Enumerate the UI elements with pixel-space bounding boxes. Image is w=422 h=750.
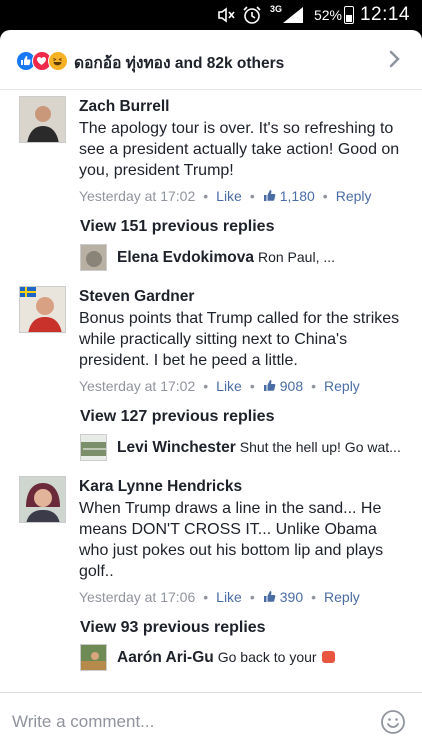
reply-author: Elena Evdokimova [117, 249, 254, 266]
avatar[interactable] [19, 286, 66, 333]
reply-author: Aarón Ari-Gu [117, 649, 214, 666]
comment-time[interactable]: Yesterday at 17:02 [79, 378, 195, 394]
comment-input[interactable] [12, 707, 352, 737]
avatar [80, 434, 107, 461]
thumbs-up-icon [263, 380, 276, 391]
view-previous-replies[interactable]: View 151 previous replies [80, 218, 274, 236]
comment-time[interactable]: Yesterday at 17:02 [79, 188, 195, 204]
comments-sheet: ดอกอ้อ ทุ่งทอง and 82k others Zach Burre… [0, 30, 422, 750]
avatar [80, 644, 107, 671]
comment-author[interactable]: Kara Lynne Hendricks [79, 477, 406, 497]
like-count[interactable]: 1,180 [263, 188, 315, 204]
comment-meta: Yesterday at 17:02 • Like • 908 • Reply [79, 378, 360, 394]
reactions-summary: ดอกอ้อ ทุ่งทอง and 82k others [74, 55, 285, 72]
view-previous-replies[interactable]: View 93 previous replies [80, 619, 266, 637]
comment-author[interactable]: Steven Gardner [79, 287, 406, 307]
network-type: 3G [269, 4, 282, 14]
avatar [80, 244, 107, 271]
chevron-right-icon[interactable] [388, 49, 402, 69]
comment-author[interactable]: Zach Burrell [79, 97, 406, 117]
comment-meta: Yesterday at 17:06 • Like • 390 • Reply [79, 589, 360, 605]
signal-icon [282, 6, 304, 24]
like-button[interactable]: Like [216, 378, 242, 394]
like-count[interactable]: 390 [263, 589, 303, 605]
avatar[interactable] [19, 476, 66, 523]
comment-composer [0, 692, 422, 750]
reply-preview[interactable]: Elena Evdokimova Ron Paul, ... [80, 244, 406, 272]
reply-button[interactable]: Reply [324, 589, 360, 605]
like-button[interactable]: Like [216, 589, 242, 605]
mute-icon [216, 5, 236, 25]
reactions-bar[interactable]: ดอกอ้อ ทุ่งทอง and 82k others [0, 30, 422, 90]
fries-emoji-icon [321, 651, 335, 663]
reply-preview[interactable]: Levi Winchester Shut the hell up! Go wat.… [80, 434, 406, 462]
avatar[interactable] [19, 96, 66, 143]
thumbs-up-icon [263, 591, 276, 602]
emoji-icon[interactable] [380, 709, 406, 735]
like-button[interactable]: Like [216, 188, 242, 204]
reaction-icons [16, 51, 76, 71]
comment-meta: Yesterday at 17:02 • Like • 1,180 • Reply [79, 188, 372, 204]
view-previous-replies[interactable]: View 127 previous replies [80, 408, 274, 426]
comment-text: When Trump draws a line in the sand... H… [79, 500, 384, 580]
clock: 12:14 [359, 4, 410, 25]
status-bar: 3G 52% 12:14 [0, 0, 422, 30]
reply-author: Levi Winchester [117, 439, 236, 456]
battery-icon [344, 6, 354, 24]
reply-text: Shut the hell up! Go wat... [239, 439, 401, 455]
haha-reaction-icon [48, 51, 68, 71]
comment-text: The apology tour is over. It's so refres… [79, 120, 400, 179]
like-count[interactable]: 908 [263, 378, 303, 394]
reply-button[interactable]: Reply [336, 188, 372, 204]
reply-preview[interactable]: Aarón Ari-Gu Go back to your [80, 644, 406, 672]
battery-percent: 52% [313, 7, 342, 23]
reply-text: Go back to your [217, 649, 317, 665]
reply-text: Ron Paul, ... [257, 249, 336, 265]
comment-time[interactable]: Yesterday at 17:06 [79, 589, 195, 605]
alarm-icon [242, 5, 262, 25]
comment-text: Bonus points that Trump called for the s… [79, 310, 400, 369]
reply-button[interactable]: Reply [324, 378, 360, 394]
thumbs-up-icon [263, 190, 276, 201]
